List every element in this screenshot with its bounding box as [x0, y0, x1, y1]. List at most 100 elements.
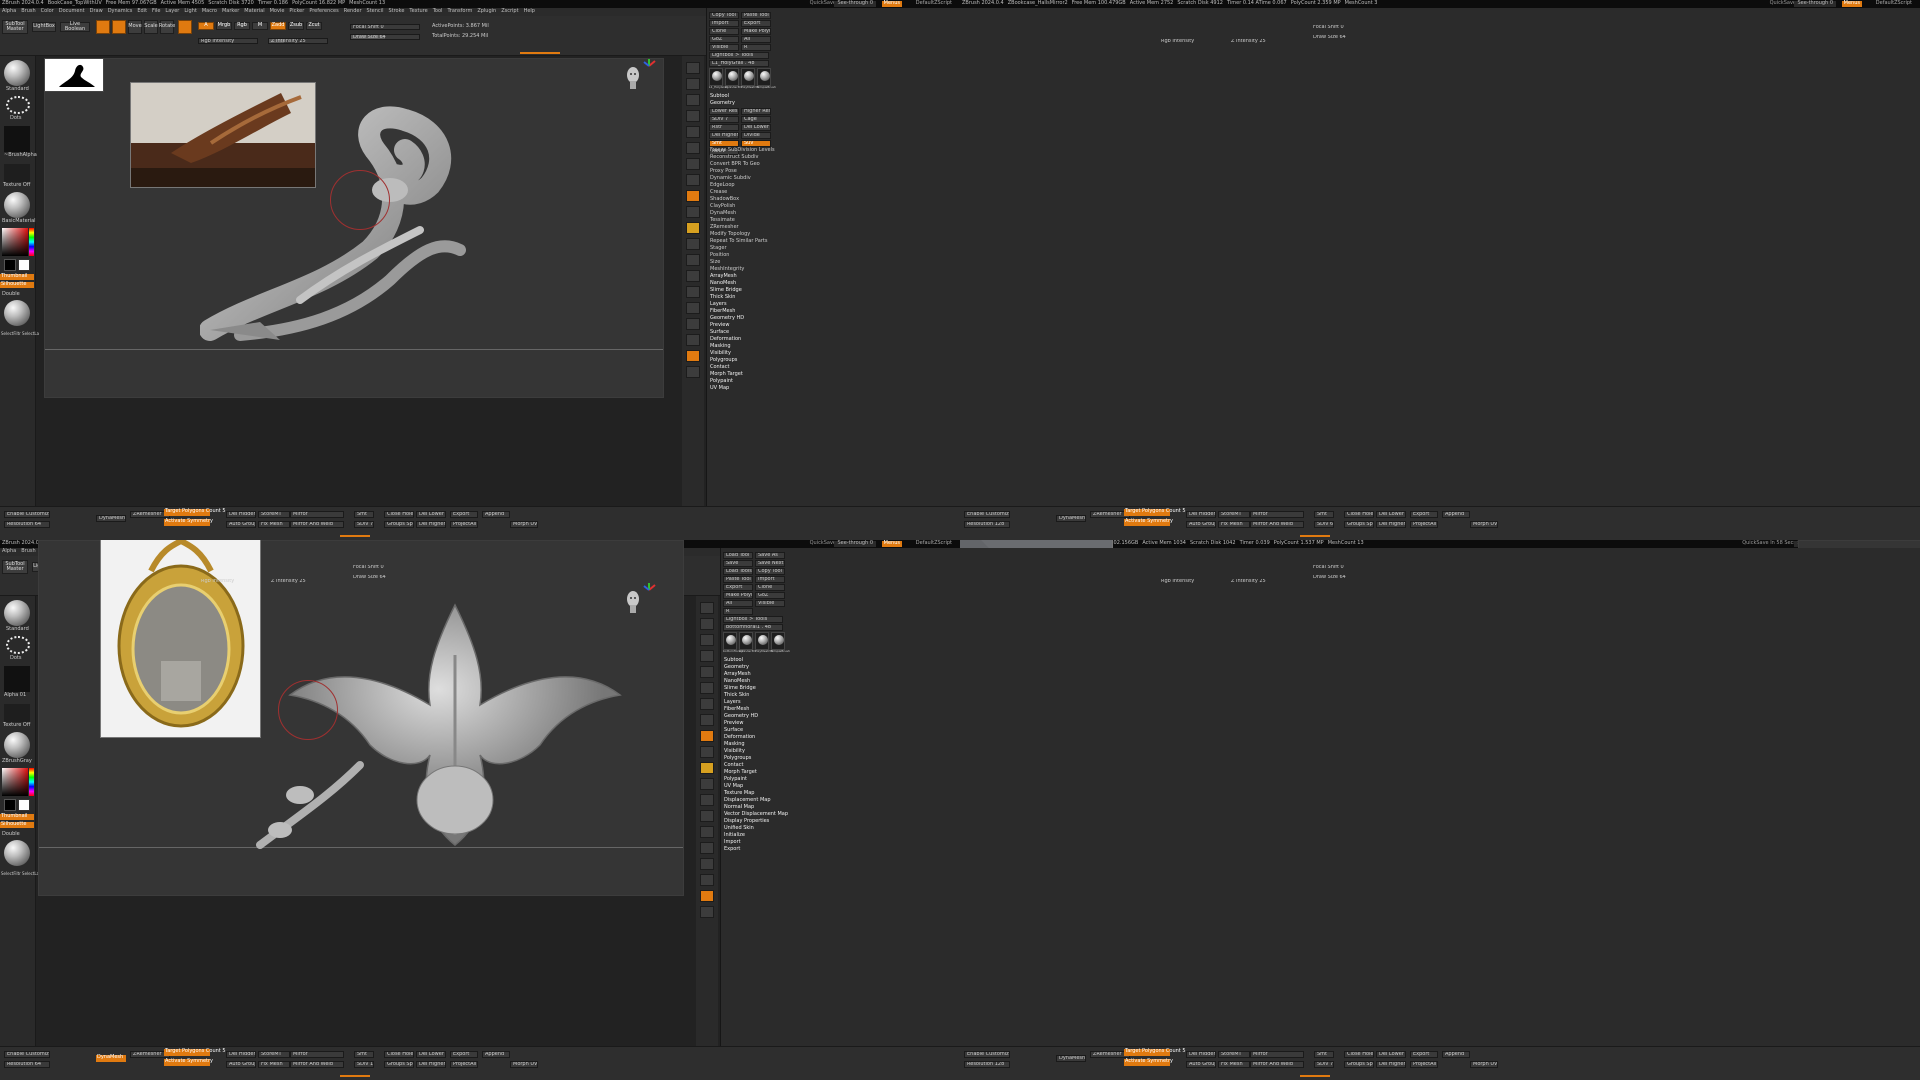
tool-item-15[interactable]: Lightbox > Tools	[723, 616, 783, 623]
bottom-del-hidden[interactable]: Del Hidden	[1186, 1051, 1216, 1058]
lightbox-button[interactable]: LightBox	[32, 22, 56, 32]
bottom-export[interactable]: Export	[450, 511, 478, 518]
tray-move-button[interactable]	[700, 794, 714, 806]
subtool-master-button[interactable]: SubTool Master	[2, 560, 28, 574]
bottom-del-higher[interactable]: Del Higher	[416, 521, 446, 528]
tool-item-16[interactable]: bottomfloral1 . 48	[723, 624, 783, 631]
tray-zoom-button[interactable]	[686, 110, 700, 122]
tool-menu-item-31[interactable]: Crease	[710, 189, 727, 196]
bottom-mirror-weld[interactable]: Mirror And Weld	[290, 521, 344, 528]
bottom-export[interactable]: Export	[450, 1051, 478, 1058]
bottom-dynamesh[interactable]: DynaMesh	[96, 515, 126, 522]
tool-thumb-1[interactable]	[739, 632, 753, 650]
bottom-sdiv[interactable]: SDiv 7	[354, 521, 374, 528]
bottom-groups-split[interactable]: Groups Split	[1344, 521, 1374, 528]
tool-menu-item-13[interactable]: Geometry	[710, 100, 735, 107]
bottom-export[interactable]: Export	[1410, 1051, 1438, 1058]
toggle-a[interactable]: A	[198, 22, 214, 30]
see-through-slider[interactable]: See-through 0	[834, 541, 876, 547]
tool-button-6[interactable]: GoZ	[709, 36, 739, 43]
tool-menu-item-25[interactable]: Freeze SubDivision Levels	[710, 147, 775, 154]
alpha-icon[interactable]	[4, 126, 30, 152]
tool-menu-item-34[interactable]: Polypaint	[724, 776, 747, 783]
menu-edit[interactable]: Edit	[137, 9, 147, 15]
tool-button-2[interactable]: Save	[723, 560, 753, 567]
menu-zscript[interactable]: Zscript	[501, 9, 518, 15]
tool-menu-item-48[interactable]: FiberMesh	[710, 308, 735, 315]
shelf-draw-button[interactable]	[112, 20, 126, 34]
menus-button[interactable]: Menus	[1841, 1, 1862, 7]
menu-brush[interactable]: Brush	[21, 9, 35, 15]
double-sphere-icon[interactable]	[4, 300, 30, 326]
tray-xyz-button[interactable]	[700, 762, 714, 774]
tool-button-8[interactable]: Export	[723, 584, 753, 591]
bottom-target-polygons[interactable]: Target Polygons Count 5	[1124, 508, 1186, 516]
tray-transp-button[interactable]	[700, 858, 714, 870]
menu-preferences[interactable]: Preferences	[309, 9, 338, 15]
tool-menu-item-23[interactable]: Layers	[724, 699, 741, 706]
menu-file[interactable]: File	[152, 9, 160, 15]
bottom-target-polygons[interactable]: Target Polygons Count 5	[164, 1048, 226, 1056]
tool-thumb-2[interactable]	[755, 632, 769, 650]
tray-rotate-button[interactable]	[686, 286, 700, 298]
tool-menu-item-40[interactable]: Display Properties	[724, 818, 769, 825]
tray-spix-button[interactable]	[700, 618, 714, 630]
tool-thumb-2[interactable]	[741, 68, 755, 86]
tool-button-10[interactable]: Make PolyMesh3D	[723, 592, 753, 599]
bottom-sdiv[interactable]: SDiv 6	[1314, 521, 1334, 528]
secondary-color-swatch[interactable]	[4, 259, 16, 271]
tool-button-7[interactable]: Import	[755, 576, 785, 583]
menu-light[interactable]: Light	[184, 9, 196, 15]
menu-tool[interactable]: Tool	[433, 9, 443, 15]
alpha-icon[interactable]	[4, 666, 30, 692]
tool-menu-item-29[interactable]: Masking	[724, 741, 745, 748]
tool-button-4[interactable]: Load Tools From Project	[723, 568, 753, 575]
tray-frame-button[interactable]	[700, 778, 714, 790]
bottom-groups-split[interactable]: Groups Split	[384, 1061, 414, 1068]
axis-gizmo-icon[interactable]	[641, 58, 657, 74]
quicksave-button[interactable]: QuickSave	[810, 541, 836, 547]
tool-menu-item-22[interactable]: Thick Skin	[724, 692, 749, 699]
tray-xpose-button[interactable]	[700, 906, 714, 918]
bottom-append[interactable]: Append	[1442, 511, 1470, 518]
tool-thumb-0[interactable]	[723, 632, 737, 650]
bottom-mirror[interactable]: Mirror	[290, 511, 344, 518]
geometry-button-15[interactable]: Higher Res	[741, 108, 771, 115]
bottom-resolution[interactable]: Resolution 64	[4, 521, 50, 528]
bottom-sdiv[interactable]: SDiv 7	[1314, 1061, 1334, 1068]
matcap-sphere-icon[interactable]	[4, 192, 30, 218]
bottom-mirror-weld[interactable]: Mirror And Weld	[1250, 521, 1304, 528]
brush-orange-button[interactable]	[178, 20, 192, 34]
thumbnail-toggle[interactable]: Thumbnail	[0, 813, 34, 820]
tool-menu-item-50[interactable]: Preview	[710, 322, 729, 329]
tray-floor-button[interactable]	[686, 174, 700, 186]
tool-menu-item-27[interactable]: Surface	[724, 727, 743, 734]
tray-persp-button[interactable]	[686, 158, 700, 170]
tray-polyf-button[interactable]	[686, 302, 700, 314]
toggle-m[interactable]: M	[252, 22, 268, 30]
bottom-del-lower[interactable]: Del Lower	[1376, 1051, 1406, 1058]
tool-menu-item-40[interactable]: Position	[710, 252, 729, 259]
tray-actual-button[interactable]	[686, 126, 700, 138]
menu-stencil[interactable]: Stencil	[367, 9, 384, 15]
tray-xyz-button[interactable]	[686, 222, 700, 234]
tool-button-4[interactable]: Clone	[709, 28, 739, 35]
tray-rotate-button[interactable]	[700, 826, 714, 838]
tool-menu-item-39[interactable]: Stager	[710, 245, 727, 252]
bottom-groups-split[interactable]: Groups Split	[384, 521, 414, 528]
z-intensity-slider[interactable]: Z Intensity 25	[268, 38, 328, 44]
tool-button-2[interactable]: Import	[709, 20, 739, 27]
tool-menu-item-30[interactable]: Visibility	[724, 748, 745, 755]
texture-icon[interactable]	[4, 704, 30, 722]
bottom-activate-symmetry[interactable]: Activate Symmetry	[1124, 518, 1173, 526]
main-color-swatch[interactable]	[18, 799, 30, 811]
menu-brush[interactable]: Brush	[21, 549, 35, 555]
bottom-auto-groups[interactable]: Auto Groups	[226, 1061, 256, 1068]
tool-menu-item-39[interactable]: Vector Displacement Map	[724, 811, 788, 818]
see-through-slider[interactable]: See-through 0	[834, 1, 876, 7]
bottom-smt[interactable]: Smt	[1314, 511, 1334, 518]
tray-scale-button[interactable]	[700, 810, 714, 822]
default-zscript-button[interactable]: DefaultZScript	[1876, 1, 1912, 7]
tool-button-12[interactable]: All	[723, 600, 753, 607]
bottom-del-higher[interactable]: Del Higher	[1376, 521, 1406, 528]
